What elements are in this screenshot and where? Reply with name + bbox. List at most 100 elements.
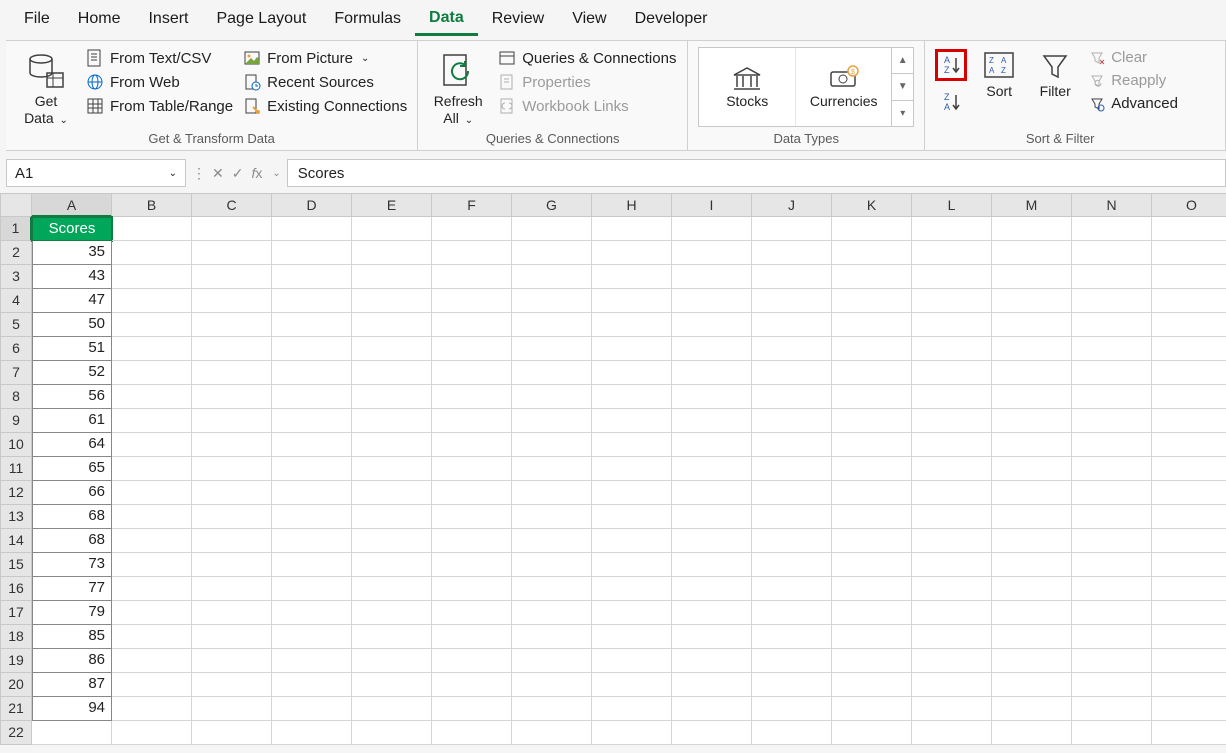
- stocks-data-type[interactable]: Stocks: [699, 48, 795, 126]
- cell-C5[interactable]: [192, 313, 272, 337]
- cell-K18[interactable]: [832, 625, 912, 649]
- cell-B8[interactable]: [112, 385, 192, 409]
- cell-F11[interactable]: [432, 457, 512, 481]
- cell-N9[interactable]: [1072, 409, 1152, 433]
- cell-B7[interactable]: [112, 361, 192, 385]
- column-header-J[interactable]: J: [752, 193, 832, 217]
- column-header-L[interactable]: L: [912, 193, 992, 217]
- insert-function-button[interactable]: fx: [251, 165, 262, 181]
- column-header-I[interactable]: I: [672, 193, 752, 217]
- cell-G12[interactable]: [512, 481, 592, 505]
- cell-E1[interactable]: [352, 217, 432, 241]
- cell-H18[interactable]: [592, 625, 672, 649]
- cell-N5[interactable]: [1072, 313, 1152, 337]
- cell-J8[interactable]: [752, 385, 832, 409]
- cell-G11[interactable]: [512, 457, 592, 481]
- cell-K22[interactable]: [832, 721, 912, 745]
- row-header-14[interactable]: 14: [0, 529, 32, 553]
- cell-M18[interactable]: [992, 625, 1072, 649]
- cell-K21[interactable]: [832, 697, 912, 721]
- cell-J22[interactable]: [752, 721, 832, 745]
- cell-J6[interactable]: [752, 337, 832, 361]
- cell-L9[interactable]: [912, 409, 992, 433]
- cell-K16[interactable]: [832, 577, 912, 601]
- cell-N19[interactable]: [1072, 649, 1152, 673]
- cell-H6[interactable]: [592, 337, 672, 361]
- cell-L1[interactable]: [912, 217, 992, 241]
- cell-H15[interactable]: [592, 553, 672, 577]
- cell-M1[interactable]: [992, 217, 1072, 241]
- cell-A15[interactable]: 73: [32, 553, 112, 577]
- cell-G1[interactable]: [512, 217, 592, 241]
- cell-L2[interactable]: [912, 241, 992, 265]
- cell-A7[interactable]: 52: [32, 361, 112, 385]
- cell-O21[interactable]: [1152, 697, 1226, 721]
- column-header-E[interactable]: E: [352, 193, 432, 217]
- cell-J20[interactable]: [752, 673, 832, 697]
- cell-A18[interactable]: 85: [32, 625, 112, 649]
- cell-G21[interactable]: [512, 697, 592, 721]
- cell-F6[interactable]: [432, 337, 512, 361]
- cell-E12[interactable]: [352, 481, 432, 505]
- cell-I11[interactable]: [672, 457, 752, 481]
- cell-N7[interactable]: [1072, 361, 1152, 385]
- cell-D15[interactable]: [272, 553, 352, 577]
- cell-F7[interactable]: [432, 361, 512, 385]
- cell-F22[interactable]: [432, 721, 512, 745]
- cell-I5[interactable]: [672, 313, 752, 337]
- cell-E8[interactable]: [352, 385, 432, 409]
- cell-F20[interactable]: [432, 673, 512, 697]
- cell-K10[interactable]: [832, 433, 912, 457]
- cell-I10[interactable]: [672, 433, 752, 457]
- row-header-18[interactable]: 18: [0, 625, 32, 649]
- cell-G10[interactable]: [512, 433, 592, 457]
- cell-O18[interactable]: [1152, 625, 1226, 649]
- cell-D9[interactable]: [272, 409, 352, 433]
- cell-H2[interactable]: [592, 241, 672, 265]
- row-header-19[interactable]: 19: [0, 649, 32, 673]
- cell-F4[interactable]: [432, 289, 512, 313]
- tab-insert[interactable]: Insert: [134, 2, 202, 34]
- cell-D2[interactable]: [272, 241, 352, 265]
- cell-K14[interactable]: [832, 529, 912, 553]
- tab-file[interactable]: File: [10, 2, 64, 34]
- cell-F9[interactable]: [432, 409, 512, 433]
- cell-A20[interactable]: 87: [32, 673, 112, 697]
- cell-M7[interactable]: [992, 361, 1072, 385]
- cell-N10[interactable]: [1072, 433, 1152, 457]
- row-header-17[interactable]: 17: [0, 601, 32, 625]
- workbook-links-button[interactable]: Workbook Links: [498, 97, 676, 115]
- get-data-button[interactable]: Get Data ⌄: [16, 47, 76, 127]
- cell-G4[interactable]: [512, 289, 592, 313]
- column-header-H[interactable]: H: [592, 193, 672, 217]
- cell-E7[interactable]: [352, 361, 432, 385]
- cell-A12[interactable]: 66: [32, 481, 112, 505]
- cell-L8[interactable]: [912, 385, 992, 409]
- cell-E3[interactable]: [352, 265, 432, 289]
- cell-I14[interactable]: [672, 529, 752, 553]
- currencies-data-type[interactable]: $ Currencies: [795, 48, 891, 126]
- cell-N17[interactable]: [1072, 601, 1152, 625]
- cell-D11[interactable]: [272, 457, 352, 481]
- gallery-up-button[interactable]: ▲: [892, 48, 913, 73]
- row-header-15[interactable]: 15: [0, 553, 32, 577]
- cell-C2[interactable]: [192, 241, 272, 265]
- cell-K17[interactable]: [832, 601, 912, 625]
- cell-B19[interactable]: [112, 649, 192, 673]
- advanced-filter-button[interactable]: Advanced: [1089, 95, 1178, 112]
- cell-D5[interactable]: [272, 313, 352, 337]
- cell-A1[interactable]: Scores: [32, 217, 112, 241]
- cell-I20[interactable]: [672, 673, 752, 697]
- cell-D20[interactable]: [272, 673, 352, 697]
- tab-home[interactable]: Home: [64, 2, 135, 34]
- cell-I4[interactable]: [672, 289, 752, 313]
- cell-A22[interactable]: [32, 721, 112, 745]
- cell-D18[interactable]: [272, 625, 352, 649]
- cell-N6[interactable]: [1072, 337, 1152, 361]
- cell-B9[interactable]: [112, 409, 192, 433]
- cell-E11[interactable]: [352, 457, 432, 481]
- cell-B18[interactable]: [112, 625, 192, 649]
- cell-L12[interactable]: [912, 481, 992, 505]
- tab-page-layout[interactable]: Page Layout: [202, 2, 320, 34]
- column-header-C[interactable]: C: [192, 193, 272, 217]
